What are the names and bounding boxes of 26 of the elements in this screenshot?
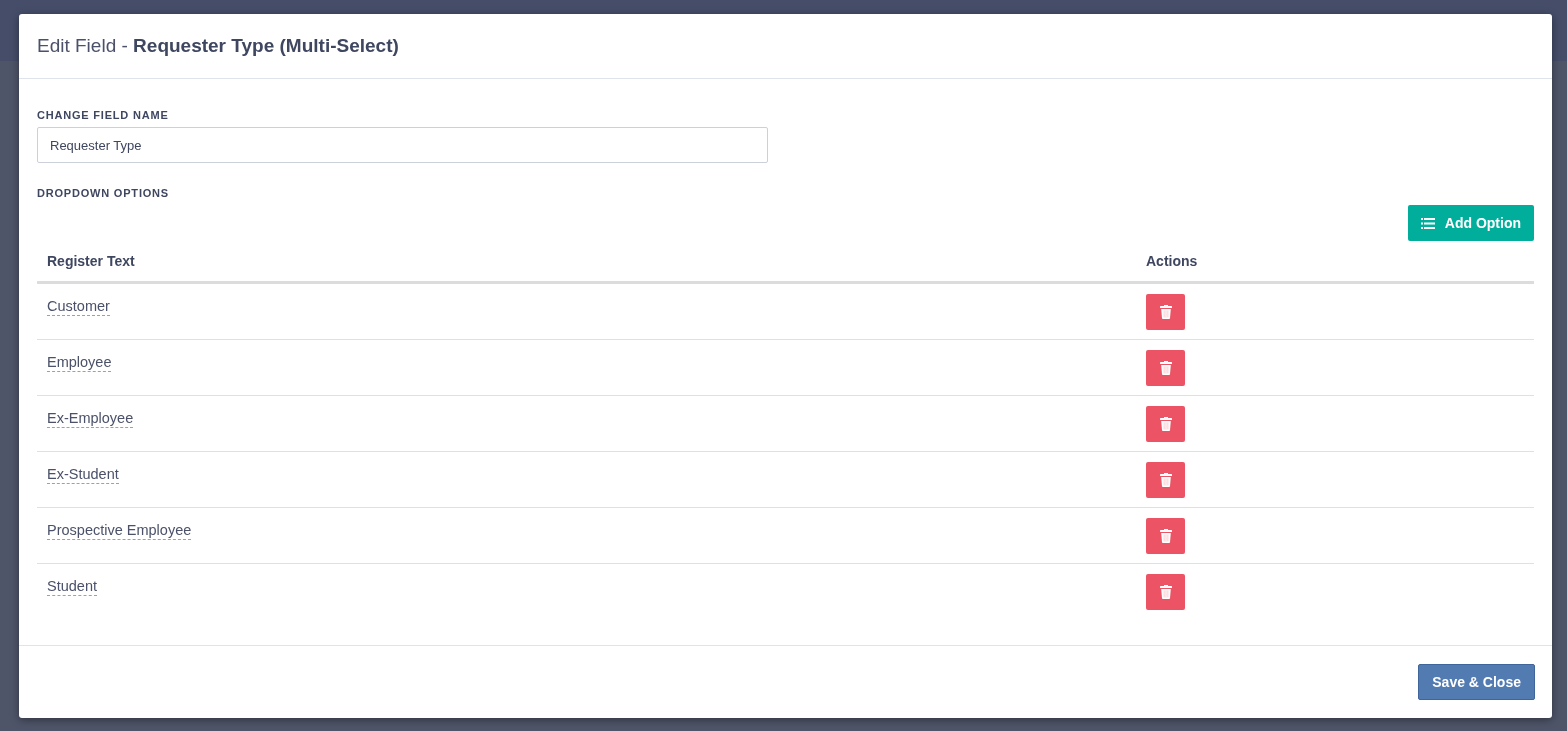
trash-icon xyxy=(1159,305,1172,319)
dialog-title: Edit Field - Requester Type (Multi-Select) xyxy=(37,35,399,57)
option-text[interactable]: Prospective Employee xyxy=(47,521,192,540)
delete-button[interactable] xyxy=(1146,462,1185,498)
section-label: DROPDOWN OPTIONS xyxy=(37,187,170,199)
option-text[interactable]: Ex-Student xyxy=(47,465,119,484)
field-label: CHANGE FIELD NAME xyxy=(37,109,170,121)
column-header: Actions xyxy=(1136,245,1534,283)
delete-button[interactable] xyxy=(1146,406,1185,442)
save-close-button[interactable]: Save & Close xyxy=(1418,664,1535,700)
trash-icon xyxy=(1159,417,1172,431)
delete-button[interactable] xyxy=(1146,518,1185,554)
trash-icon xyxy=(1159,361,1172,375)
delete-button[interactable] xyxy=(1146,294,1185,330)
input-field[interactable]: Requester Type xyxy=(37,127,768,163)
option-text[interactable]: Ex-Employee xyxy=(47,409,134,428)
option-text[interactable]: Student xyxy=(47,577,97,596)
column-header: Register Text xyxy=(37,245,1136,283)
option-text[interactable]: Customer xyxy=(47,297,110,316)
trash-icon xyxy=(1159,473,1172,487)
option-text[interactable]: Employee xyxy=(47,353,112,372)
list-icon xyxy=(1420,217,1435,229)
delete-button[interactable] xyxy=(1146,350,1185,386)
trash-icon xyxy=(1159,585,1172,599)
trash-icon xyxy=(1159,529,1172,543)
delete-button[interactable] xyxy=(1146,574,1185,610)
